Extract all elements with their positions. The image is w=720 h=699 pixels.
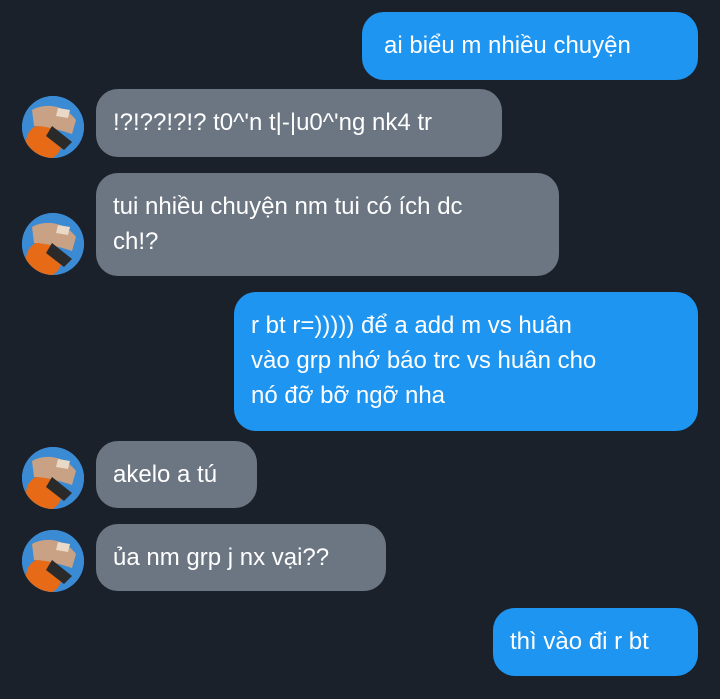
incoming-message-bubble[interactable]: tui nhiều chuyện nm tui có ích dc ch!? xyxy=(96,173,559,276)
incoming-message-bubble[interactable]: ủa nm grp j nx vại?? xyxy=(96,524,386,591)
contact-avatar[interactable] xyxy=(22,213,84,275)
message-text: ai biểu m nhiều chuyện xyxy=(384,32,631,59)
message-text: !?!??!?!? t0^'n t|-|u0^'ng nk4 tr xyxy=(113,109,433,136)
message-text: thì vào đi r bt xyxy=(510,628,649,655)
contact-avatar[interactable] xyxy=(22,530,84,592)
contact-avatar[interactable] xyxy=(22,447,84,509)
message-text-line: vào grp nhớ báo trc vs huân cho xyxy=(251,347,597,374)
message-text-line: nó đỡ bỡ ngỡ nha xyxy=(251,382,446,409)
avatar-photo-icon xyxy=(22,447,84,509)
message-text: akelo a tú xyxy=(113,461,218,488)
avatar-photo-icon xyxy=(22,96,84,158)
message-text-line: tui nhiều chuyện nm tui có ích dc xyxy=(113,193,463,220)
contact-avatar[interactable] xyxy=(22,96,84,158)
avatar-photo-icon xyxy=(22,530,84,592)
incoming-message-bubble[interactable]: akelo a tú xyxy=(96,441,257,508)
outgoing-message-bubble[interactable]: r bt r=))))) để a add m vs huân vào grp … xyxy=(234,292,698,431)
message-text: ủa nm grp j nx vại?? xyxy=(113,544,330,571)
outgoing-message-bubble[interactable]: ai biểu m nhiều chuyện xyxy=(362,12,698,80)
incoming-message-bubble[interactable]: !?!??!?!? t0^'n t|-|u0^'ng nk4 tr xyxy=(96,89,502,157)
message-text-line: r bt r=))))) để a add m vs huân xyxy=(251,312,572,339)
message-text-line: ch!? xyxy=(113,228,159,255)
avatar-photo-icon xyxy=(22,213,84,275)
outgoing-message-bubble[interactable]: thì vào đi r bt xyxy=(493,608,698,676)
